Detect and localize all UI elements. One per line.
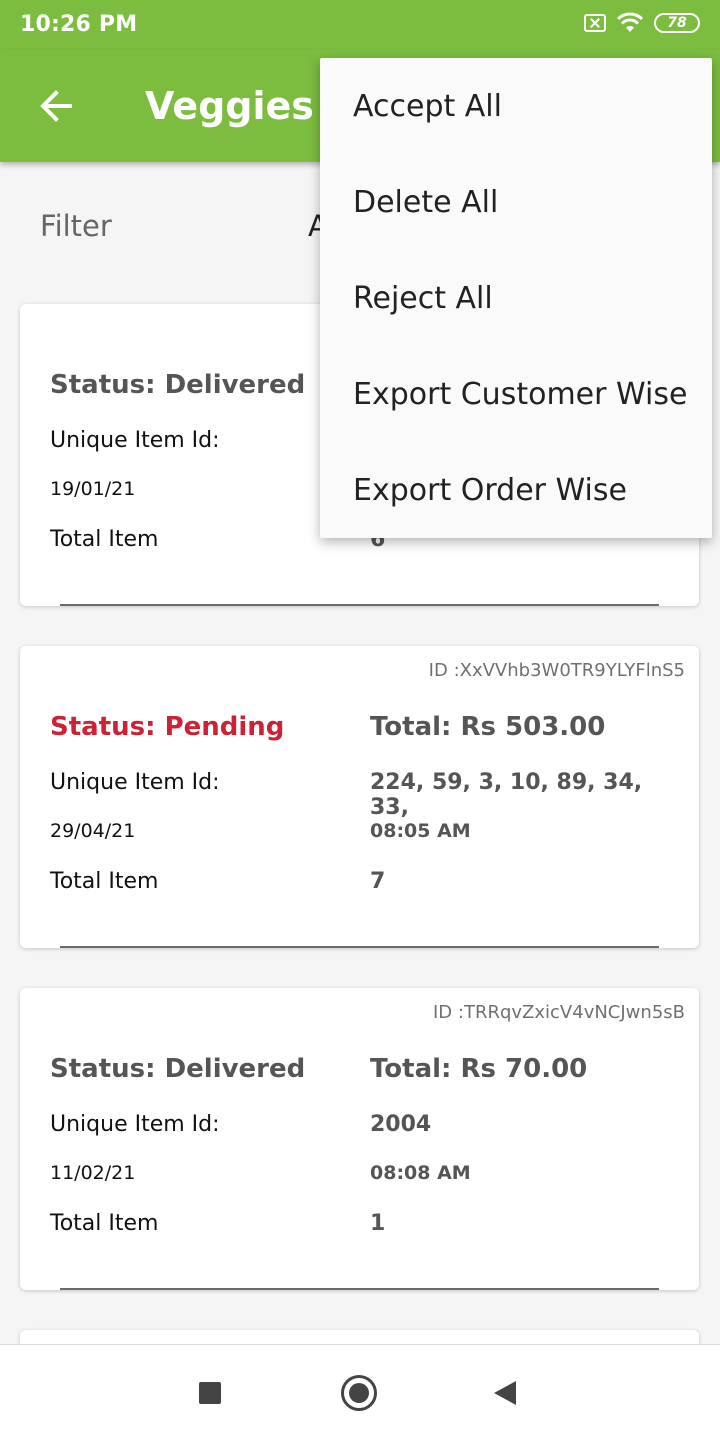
- total-item-count: 7: [370, 869, 386, 894]
- order-total: Total: Rs 70.00: [370, 1054, 588, 1084]
- menu-item-delete-all[interactable]: Delete All: [320, 154, 712, 250]
- order-status: Status: Delivered: [50, 1054, 306, 1084]
- no-sim-icon: [584, 14, 606, 32]
- menu-item-export-customer-wise[interactable]: Export Customer Wise: [320, 346, 712, 442]
- order-total: Total: Rs 503.00: [370, 712, 606, 742]
- card-divider: [60, 604, 659, 606]
- order-status: Status: Pending: [50, 712, 285, 742]
- unique-item-label: Unique Item Id:: [50, 1112, 220, 1137]
- total-item-count: 1: [370, 1211, 386, 1236]
- total-item-label: Total Item: [50, 527, 159, 552]
- menu-item-accept-all[interactable]: Accept All: [320, 58, 712, 154]
- overflow-menu: Accept All Delete All Reject All Export …: [320, 58, 712, 538]
- back-arrow-icon[interactable]: [36, 86, 76, 126]
- menu-item-export-order-wise[interactable]: Export Order Wise: [320, 442, 712, 538]
- order-time: 08:08 AM: [370, 1162, 471, 1184]
- card-divider: [60, 946, 659, 948]
- unique-item-ids: 224, 59, 3, 10, 89, 34, 33,: [370, 770, 643, 820]
- wifi-icon: [616, 12, 644, 32]
- status-bar: 10:26 PM 78: [0, 0, 720, 50]
- order-id: ID :XxVVhb3W0TR9YLYFlnS5: [428, 660, 685, 681]
- order-status: Status: Delivered: [50, 370, 306, 400]
- unique-item-label: Unique Item Id:: [50, 770, 220, 795]
- card-divider: [60, 1288, 659, 1290]
- recents-icon[interactable]: [199, 1382, 221, 1404]
- menu-item-reject-all[interactable]: Reject All: [320, 250, 712, 346]
- total-item-label: Total Item: [50, 1211, 159, 1236]
- order-card[interactable]: ID :XxVVhb3W0TR9YLYFlnS5 Status: Pending…: [20, 646, 699, 948]
- order-date: 29/04/21: [50, 820, 136, 842]
- system-nav-bar: [0, 1344, 720, 1440]
- filter-label: Filter: [40, 209, 112, 243]
- total-item-label: Total Item: [50, 869, 159, 894]
- battery-icon: 78: [654, 13, 700, 33]
- order-card[interactable]: ID :TRRqvZxicV4vNCJwn5sB Status: Deliver…: [20, 988, 699, 1290]
- status-time: 10:26 PM: [20, 12, 138, 37]
- order-id: ID :TRRqvZxicV4vNCJwn5sB: [433, 1002, 685, 1023]
- order-time: 08:05 AM: [370, 820, 471, 842]
- unique-item-ids: 2004: [370, 1112, 432, 1137]
- back-icon[interactable]: [494, 1381, 516, 1405]
- order-date: 11/02/21: [50, 1162, 136, 1184]
- status-icons: 78: [584, 12, 700, 34]
- order-date: 19/01/21: [50, 478, 136, 500]
- home-icon[interactable]: [341, 1375, 377, 1411]
- unique-item-label: Unique Item Id:: [50, 428, 220, 453]
